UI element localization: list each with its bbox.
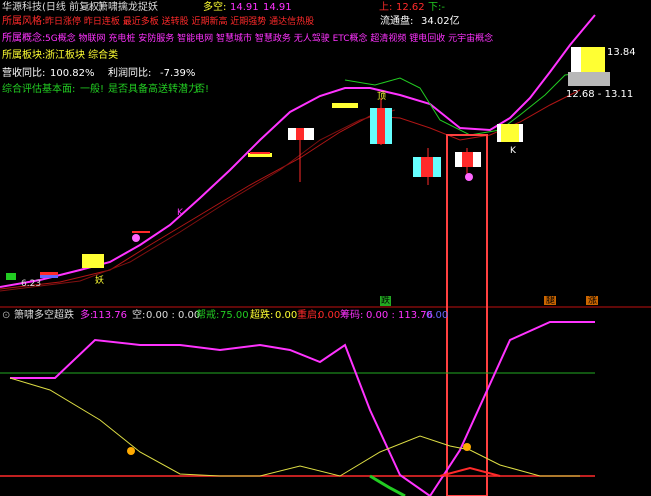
sub-yellow-line bbox=[9, 377, 580, 477]
sub-zhuma-value: 0.00 : 113.76 bbox=[366, 310, 433, 321]
risk-items: 昨日涨停 昨日连板 最近多板 送转股 近期新高 近期强势 通达信热股 bbox=[45, 17, 315, 27]
diamond-marker bbox=[132, 234, 140, 242]
zhang-label: 涨 bbox=[588, 296, 598, 306]
up-label: 上: bbox=[379, 2, 393, 13]
highlight-box bbox=[446, 134, 488, 496]
k-marker: K bbox=[510, 146, 516, 156]
sub-duo-value: 113.76 bbox=[92, 310, 127, 321]
candle bbox=[40, 275, 58, 278]
profit-value: -7.39% bbox=[160, 68, 196, 79]
k-marker: K bbox=[177, 208, 183, 218]
sub-marker bbox=[463, 443, 471, 451]
down-label: 下:- bbox=[428, 2, 445, 13]
sub-indicator-icon[interactable]: ⊙ bbox=[2, 310, 10, 322]
tui-label: 腿 bbox=[546, 296, 556, 306]
sub-chaodie-label: 超跌: bbox=[250, 310, 274, 321]
concept-items: 5G概念 物联网 充电桩 安防服务 智能电网 智慧城市 智慧政务 无人驾驶 ET… bbox=[45, 34, 494, 44]
candle bbox=[6, 273, 16, 280]
sub-kong-value: 0.00 : 0.00 bbox=[146, 310, 201, 321]
sub-red-wave bbox=[439, 466, 501, 477]
sub-zhongzhen-label: 重启: bbox=[297, 310, 321, 321]
candles bbox=[6, 47, 610, 280]
sub-zhuma-label: 筹码: bbox=[340, 310, 364, 321]
sub-kong-label: 空: bbox=[132, 310, 146, 321]
range-price-label: 12.68 - 13.11 bbox=[566, 89, 634, 100]
price-623: 6.23 bbox=[21, 279, 42, 289]
duokong-value2: 14.91 bbox=[263, 2, 292, 13]
sub-chaodie-value: 0.00 bbox=[275, 310, 298, 321]
die-badge: 跌 bbox=[380, 296, 392, 306]
candle bbox=[568, 72, 610, 86]
sub-bang-value: 75.00 bbox=[220, 310, 249, 321]
fund-value: 一般! bbox=[80, 84, 105, 95]
duokong-label: 多空: bbox=[203, 2, 227, 13]
high-price-label: 13.84 bbox=[607, 47, 636, 58]
potential-label: 是否具备高送转潜力: bbox=[108, 84, 202, 95]
diamond-marker bbox=[465, 173, 473, 181]
candle bbox=[40, 272, 58, 275]
potential-value: 否! bbox=[195, 84, 210, 95]
yao-marker: 妖 bbox=[95, 276, 105, 286]
circulation-label: 流通盘: bbox=[380, 16, 414, 27]
circulation-value: 34.02亿 bbox=[421, 16, 460, 27]
indicator-icon[interactable]: ⊙ bbox=[86, 2, 94, 14]
profit-label: 利润同比: bbox=[108, 68, 152, 79]
duokong-value1: 14.91 bbox=[230, 2, 259, 13]
concept-label: 所属概念: bbox=[2, 33, 46, 44]
sector-label: 所属板块: bbox=[2, 50, 46, 61]
revenue-label: 营收同比: bbox=[2, 68, 46, 79]
revenue-value: 100.82% bbox=[50, 68, 95, 79]
sub-tail-value: 0.00 bbox=[426, 310, 449, 321]
fund-label: 综合评估基本面: bbox=[2, 84, 76, 95]
sub-marker bbox=[127, 447, 135, 455]
indicator-title[interactable]: 箫啸擒龙捉妖 bbox=[98, 2, 158, 14]
sub-magenta-line bbox=[10, 321, 595, 496]
sub-bang-label: 帮戒: bbox=[196, 310, 220, 321]
sub-zhongzhen-value: 0.00 bbox=[318, 310, 341, 321]
sub-green-drop bbox=[369, 474, 406, 496]
up-value: 12.62 bbox=[396, 2, 425, 13]
sub-title[interactable]: 箫啸多空超跌 bbox=[14, 310, 74, 322]
sector-items: 浙江板块 综合类 bbox=[45, 50, 119, 61]
risk-label: 所属风格: bbox=[2, 16, 46, 27]
candle bbox=[332, 103, 358, 108]
candle bbox=[82, 254, 104, 268]
chart-canvas bbox=[0, 14, 651, 496]
ding-marker: 顶 bbox=[377, 92, 387, 102]
candle bbox=[581, 47, 605, 72]
